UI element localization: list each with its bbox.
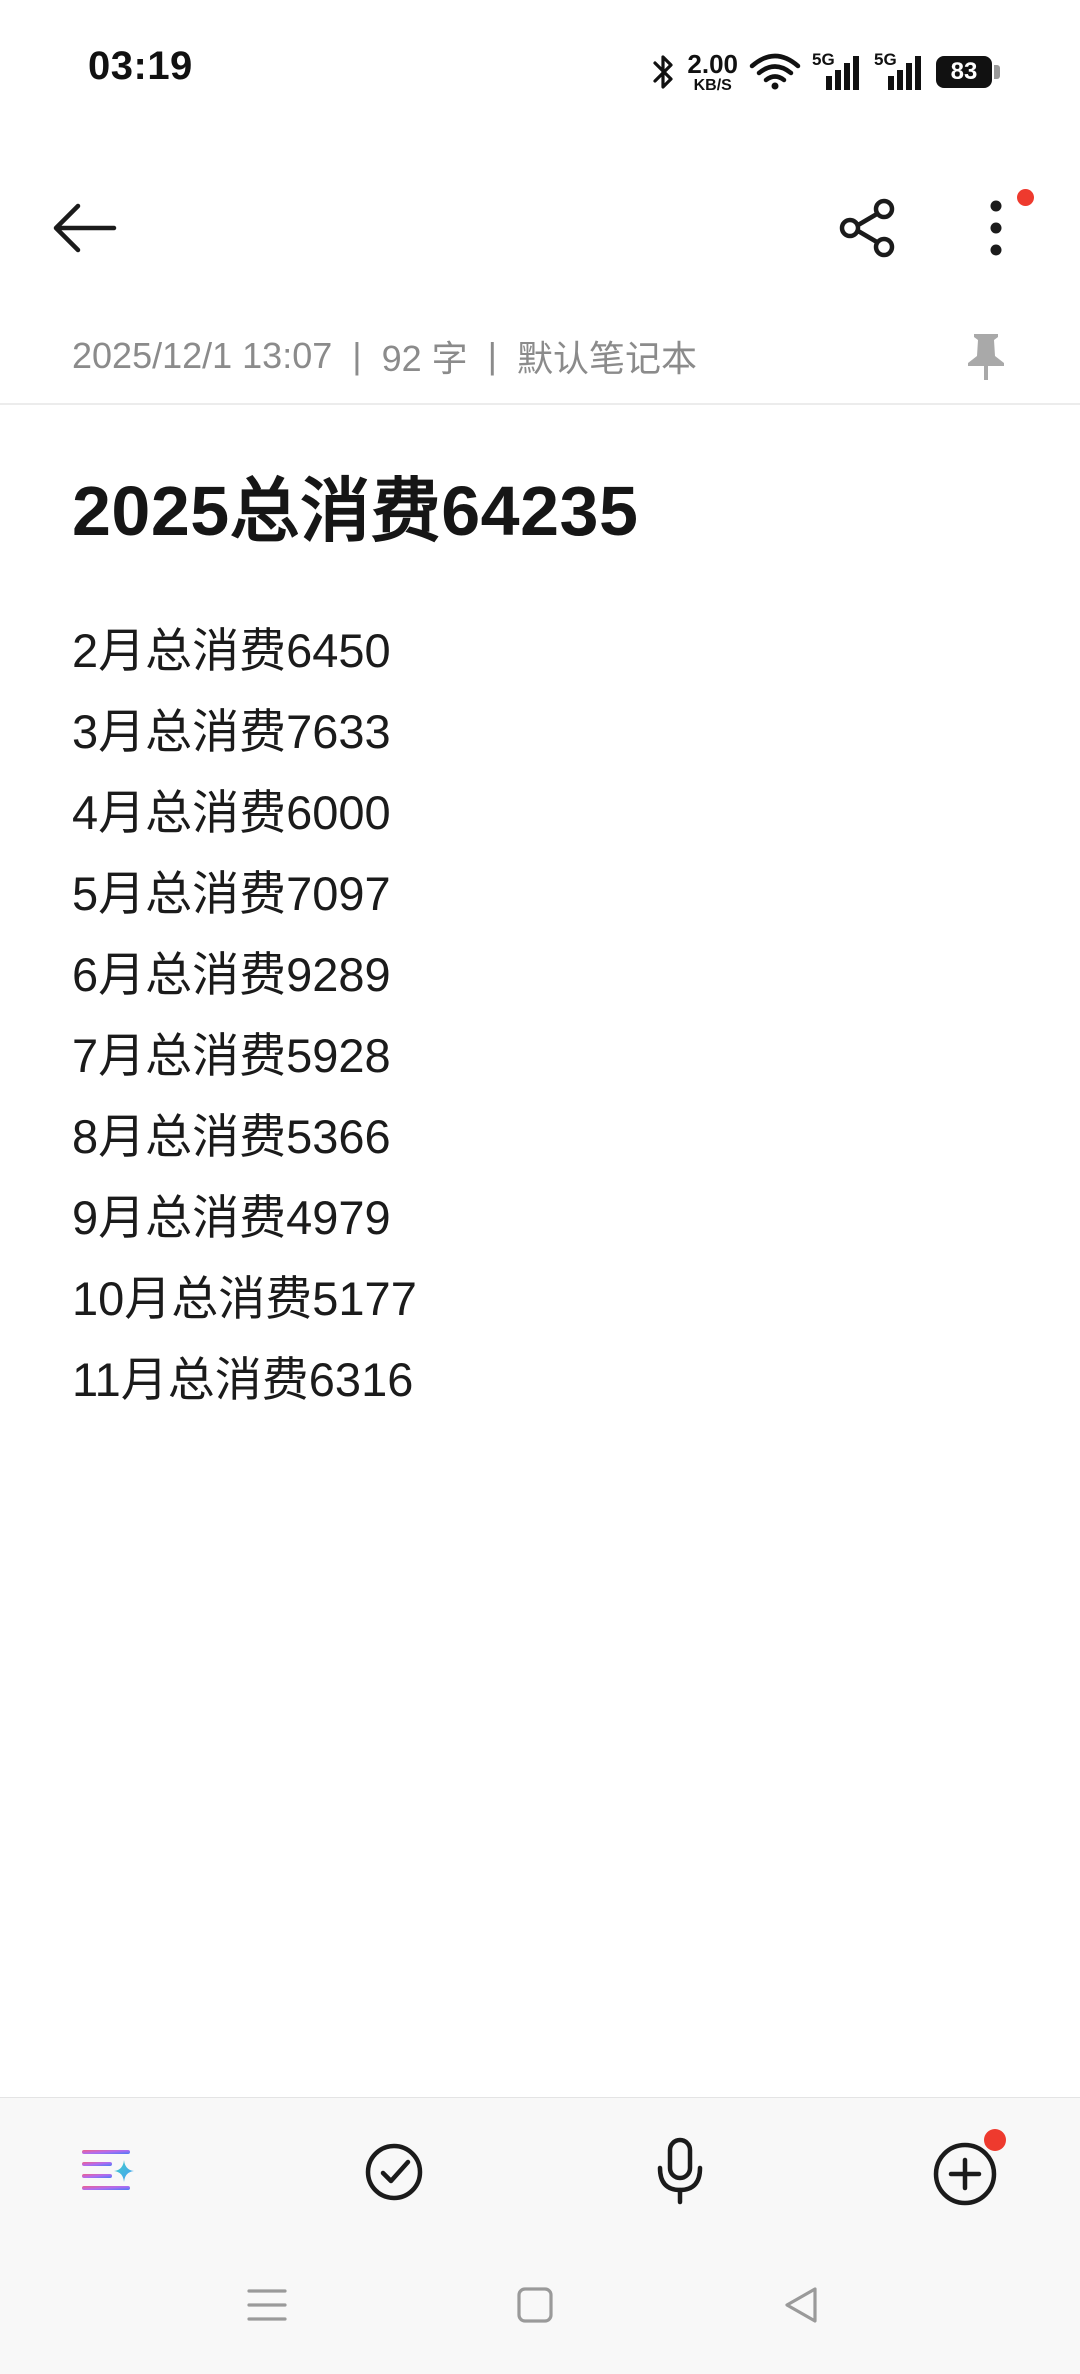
signal-5g-1: 5G	[812, 50, 864, 94]
checklist-button[interactable]	[334, 2122, 454, 2222]
divider	[0, 403, 1080, 405]
note-line: 4月总消费6000	[72, 786, 391, 839]
note-line: 7月总消费5928	[72, 1029, 391, 1082]
status-time: 03:19	[88, 44, 193, 88]
signal-icon	[888, 56, 921, 90]
voice-input-button[interactable]	[620, 2122, 740, 2222]
back-button[interactable]	[36, 180, 132, 276]
pin-icon	[968, 334, 1004, 380]
share-icon	[839, 198, 895, 258]
note-line: 2月总消费6450	[72, 624, 391, 677]
home-square-icon	[517, 2287, 553, 2323]
note-title[interactable]: 2025总消费64235	[72, 455, 638, 556]
note-line: 9月总消费4979	[72, 1191, 391, 1244]
nav-home-button[interactable]	[490, 2265, 580, 2345]
share-button[interactable]	[820, 180, 916, 276]
note-line: 11月总消费6316	[72, 1353, 414, 1406]
note-line: 3月总消费7633	[72, 705, 391, 758]
battery-level: 83	[936, 56, 992, 88]
add-button[interactable]	[906, 2122, 1026, 2222]
notification-badge	[984, 2129, 1006, 2151]
menu-icon	[247, 2289, 287, 2321]
note-line: 5月总消费7097	[72, 867, 391, 920]
battery-tip	[994, 65, 1000, 79]
word-count: 92 字	[381, 338, 468, 379]
note-datetime: 2025/12/1 13:07	[72, 335, 333, 376]
network-speed-value: 2.00	[687, 48, 738, 79]
signal-5g-2: 5G	[874, 50, 926, 94]
format-ai-button[interactable]	[48, 2122, 168, 2222]
nav-back-button[interactable]	[756, 2265, 846, 2345]
network-speed-unit: KB/S	[693, 76, 732, 94]
wifi-icon	[749, 53, 801, 90]
microphone-icon	[657, 2137, 703, 2205]
status-icons: 2.00 KB/S 5G 5G 83	[651, 46, 1000, 98]
notification-badge	[1017, 189, 1034, 206]
meta-separator: |	[352, 335, 362, 376]
more-vertical-icon	[990, 200, 1002, 256]
signal-icon	[826, 56, 859, 90]
note-line: 8月总消费5366	[72, 1110, 391, 1163]
meta-separator: |	[487, 335, 498, 376]
format-ai-icon	[82, 2150, 134, 2190]
note-line: 6月总消费9289	[72, 948, 391, 1001]
bluetooth-icon	[653, 55, 673, 89]
note-body[interactable]: 2月总消费6450 3月总消费7633 4月总消费6000 5月总消费7097 …	[72, 610, 417, 1420]
network-speed: 2.00 KB/S	[687, 51, 738, 94]
checklist-icon	[365, 2143, 423, 2201]
more-options-button[interactable]	[948, 180, 1044, 276]
notebook-name[interactable]: 默认笔记本	[517, 330, 697, 382]
nav-recents-button[interactable]	[222, 2265, 312, 2345]
note-meta: 2025/12/1 13:07 | 92 字 | 默认笔记本	[72, 330, 697, 382]
battery-icon: 83	[936, 56, 1000, 88]
pin-button[interactable]	[946, 318, 1026, 394]
back-arrow-icon	[53, 203, 117, 253]
back-triangle-icon	[785, 2287, 817, 2323]
note-line: 10月总消费5177	[72, 1272, 417, 1325]
